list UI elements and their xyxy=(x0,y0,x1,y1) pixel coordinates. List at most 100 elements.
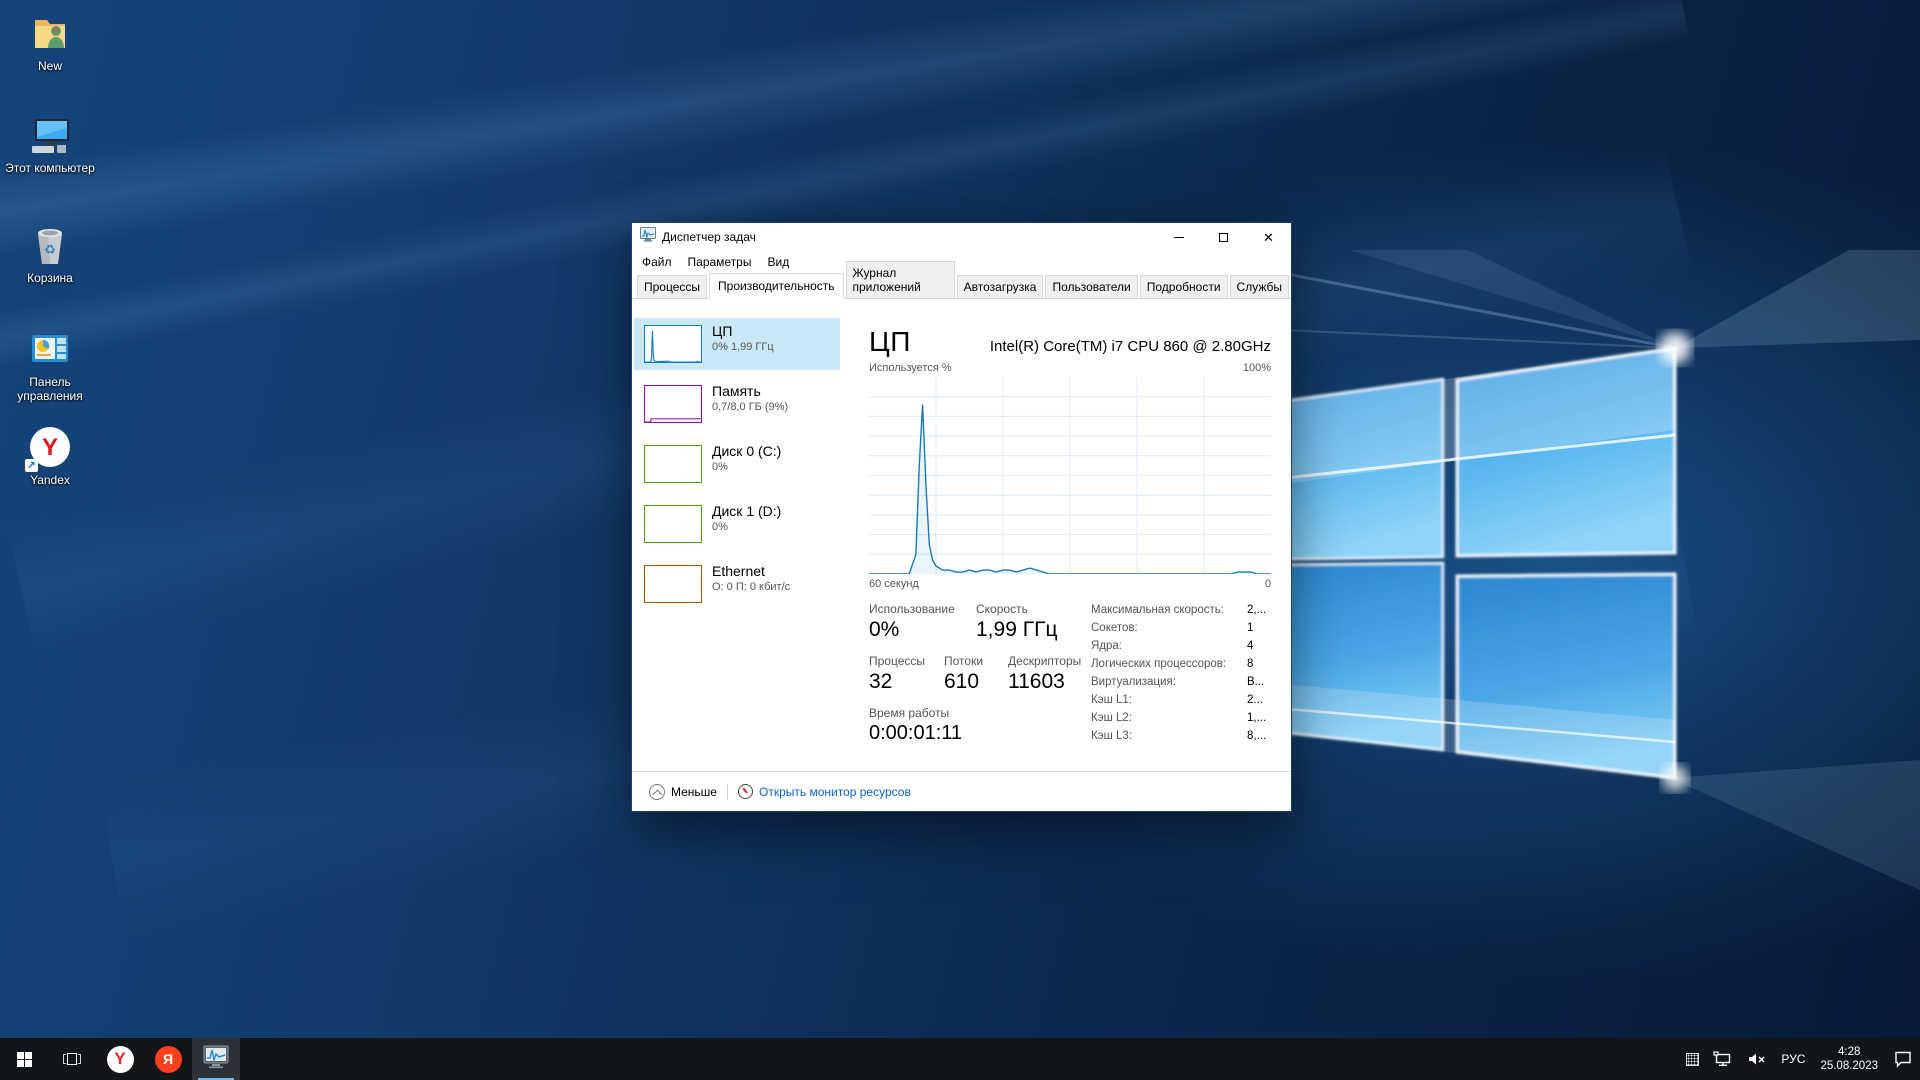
volume-muted-icon xyxy=(1747,1051,1767,1067)
tray-hidden-icons[interactable] xyxy=(1679,1038,1706,1080)
close-button[interactable]: ✕ xyxy=(1246,223,1291,251)
start-button[interactable] xyxy=(0,1038,48,1080)
stat-speed: Скорость 1,99 ГГц xyxy=(976,602,1057,642)
sidebar-item-value: 0% xyxy=(712,521,781,533)
maximize-icon xyxy=(1219,233,1228,242)
open-resource-monitor-link[interactable]: Открыть монитор ресурсов xyxy=(759,785,911,799)
taskbar-yandex-app[interactable]: Я xyxy=(144,1038,192,1080)
task-manager-window: Диспетчер задач ✕ Файл Параметры Вид Про… xyxy=(631,222,1292,812)
task-view-icon xyxy=(63,1052,81,1066)
tab-users[interactable]: Пользователи xyxy=(1045,275,1137,298)
sidebar-item-disk0[interactable]: Диск 0 (C:) 0% xyxy=(634,438,840,490)
recycle-bin-icon: ♻ xyxy=(27,222,73,268)
yandex-browser-icon: Y ↗ xyxy=(27,424,73,470)
windows-start-icon xyxy=(17,1052,32,1067)
menu-file[interactable]: Файл xyxy=(634,252,680,272)
graph-x-right: 0 xyxy=(1265,578,1271,590)
spec-row: Логических процессоров:8 xyxy=(1091,658,1271,676)
stat-uptime: Время работы 0:00:01:11 xyxy=(869,706,962,745)
ethernet-mini-graph xyxy=(644,565,702,603)
stat-threads: Потоки 610 xyxy=(944,654,983,694)
taskbar-yandex-browser[interactable]: Y xyxy=(96,1038,144,1080)
task-view-button[interactable] xyxy=(48,1038,96,1080)
svg-text:Y: Y xyxy=(42,434,58,461)
window-titlebar[interactable]: Диспетчер задач ✕ xyxy=(632,223,1291,251)
sidebar-item-value: 0% xyxy=(712,461,781,473)
menu-options[interactable]: Параметры xyxy=(680,252,760,272)
tab-strip: Процессы Производительность Журнал прило… xyxy=(632,273,1291,299)
desktop-icon-control-panel[interactable]: Панель управления xyxy=(2,326,98,403)
tab-startup[interactable]: Автозагрузка xyxy=(957,275,1044,298)
sidebar-item-memory[interactable]: Память 0,7/8,0 ГБ (9%) xyxy=(634,378,840,430)
footer-divider xyxy=(727,784,728,800)
tray-date: 25.08.2023 xyxy=(1820,1059,1878,1073)
tab-processes[interactable]: Процессы xyxy=(637,275,707,298)
yandex-app-icon: Я xyxy=(155,1046,182,1073)
disk1-mini-graph xyxy=(644,505,702,543)
action-center-icon xyxy=(1893,1050,1913,1068)
tab-details[interactable]: Подробности xyxy=(1140,275,1228,298)
disk0-mini-graph xyxy=(644,445,702,483)
graph-y-max: 100% xyxy=(1243,362,1271,374)
hidden-icons-grid-icon xyxy=(1686,1053,1699,1066)
spec-row: Кэш L2:1,... xyxy=(1091,712,1271,730)
chevron-up-circle-icon xyxy=(649,784,665,800)
menu-bar: Файл Параметры Вид xyxy=(632,251,1291,273)
sidebar-item-title: Ethernet xyxy=(712,563,790,579)
shared-folder-icon xyxy=(27,10,73,56)
maximize-button[interactable] xyxy=(1201,223,1246,251)
tab-performance[interactable]: Производительность xyxy=(709,273,843,299)
menu-view[interactable]: Вид xyxy=(759,252,797,272)
cpu-detail-panel: ЦП Intel(R) Core(TM) i7 CPU 860 @ 2.80GH… xyxy=(869,300,1271,770)
spec-row: Ядра:4 xyxy=(1091,640,1271,658)
desktop-icon-new-folder[interactable]: New xyxy=(2,10,98,73)
desktop-icon-yandex[interactable]: Y ↗ Yandex xyxy=(2,424,98,487)
cpu-model: Intel(R) Core(TM) i7 CPU 860 @ 2.80GHz xyxy=(990,338,1271,355)
sidebar-item-title: Диск 0 (C:) xyxy=(712,443,781,459)
tab-services[interactable]: Службы xyxy=(1230,275,1289,298)
stat-processes: Процессы 32 xyxy=(869,654,925,694)
system-tray: РУС 4:28 25.08.2023 xyxy=(1679,1038,1920,1080)
sidebar-item-title: Память xyxy=(712,383,788,399)
tray-language[interactable]: РУС xyxy=(1774,1038,1812,1080)
window-title: Диспетчер задач xyxy=(662,230,1156,244)
desktop-icon-label: Панель управления xyxy=(2,375,98,403)
desktop-icon-recycle-bin[interactable]: ♻ Корзина xyxy=(2,222,98,285)
minimize-button[interactable] xyxy=(1156,223,1201,251)
sidebar-item-title: ЦП xyxy=(712,323,774,339)
desktop-icon-label: Yandex xyxy=(2,473,98,487)
minimize-icon xyxy=(1174,237,1184,238)
yandex-browser-icon: Y xyxy=(107,1046,134,1073)
cpu-heading: ЦП xyxy=(869,326,911,358)
taskbar: Y Я xyxy=(0,1038,1920,1080)
spec-row: Виртуализация:В... xyxy=(1091,676,1271,694)
spec-row: Сокетов:1 xyxy=(1091,622,1271,640)
resource-monitor-icon xyxy=(738,784,753,799)
window-footer: Меньше Открыть монитор ресурсов xyxy=(632,771,1291,811)
network-icon xyxy=(1713,1051,1733,1067)
taskbar-task-manager[interactable] xyxy=(192,1038,240,1080)
stat-handles: Дескрипторы 11603 xyxy=(1008,654,1081,694)
sidebar-item-disk1[interactable]: Диск 1 (D:) 0% xyxy=(634,498,840,550)
tab-app-history[interactable]: Журнал приложений xyxy=(846,261,955,298)
task-manager-icon xyxy=(640,227,656,247)
tray-volume[interactable] xyxy=(1740,1038,1774,1080)
spec-row: Кэш L1:2... xyxy=(1091,694,1271,712)
desktop-icon-label: Корзина xyxy=(2,271,98,285)
desktop-icon-this-pc[interactable]: Этот компьютер xyxy=(2,112,98,175)
sidebar-item-cpu[interactable]: ЦП 0% 1,99 ГГц xyxy=(634,318,840,370)
performance-panel: ЦП 0% 1,99 ГГц Память 0,7/8,0 ГБ (9%) Ди… xyxy=(632,300,1291,770)
control-panel-icon xyxy=(27,326,73,372)
sidebar-item-value: 0,7/8,0 ГБ (9%) xyxy=(712,401,788,413)
task-manager-icon xyxy=(203,1045,229,1074)
action-center-button[interactable] xyxy=(1886,1038,1920,1080)
tray-clock[interactable]: 4:28 25.08.2023 xyxy=(1812,1045,1886,1073)
fewer-details-button[interactable]: Меньше xyxy=(649,784,717,800)
svg-text:♻: ♻ xyxy=(44,242,56,257)
sidebar-item-ethernet[interactable]: Ethernet О: 0 П: 0 кбит/с xyxy=(634,558,840,610)
tray-network[interactable] xyxy=(1706,1038,1740,1080)
shortcut-arrow-icon: ↗ xyxy=(25,459,38,472)
computer-icon xyxy=(27,112,73,158)
tray-time: 4:28 xyxy=(1820,1045,1878,1059)
graph-y-label: Используется % xyxy=(869,362,952,374)
